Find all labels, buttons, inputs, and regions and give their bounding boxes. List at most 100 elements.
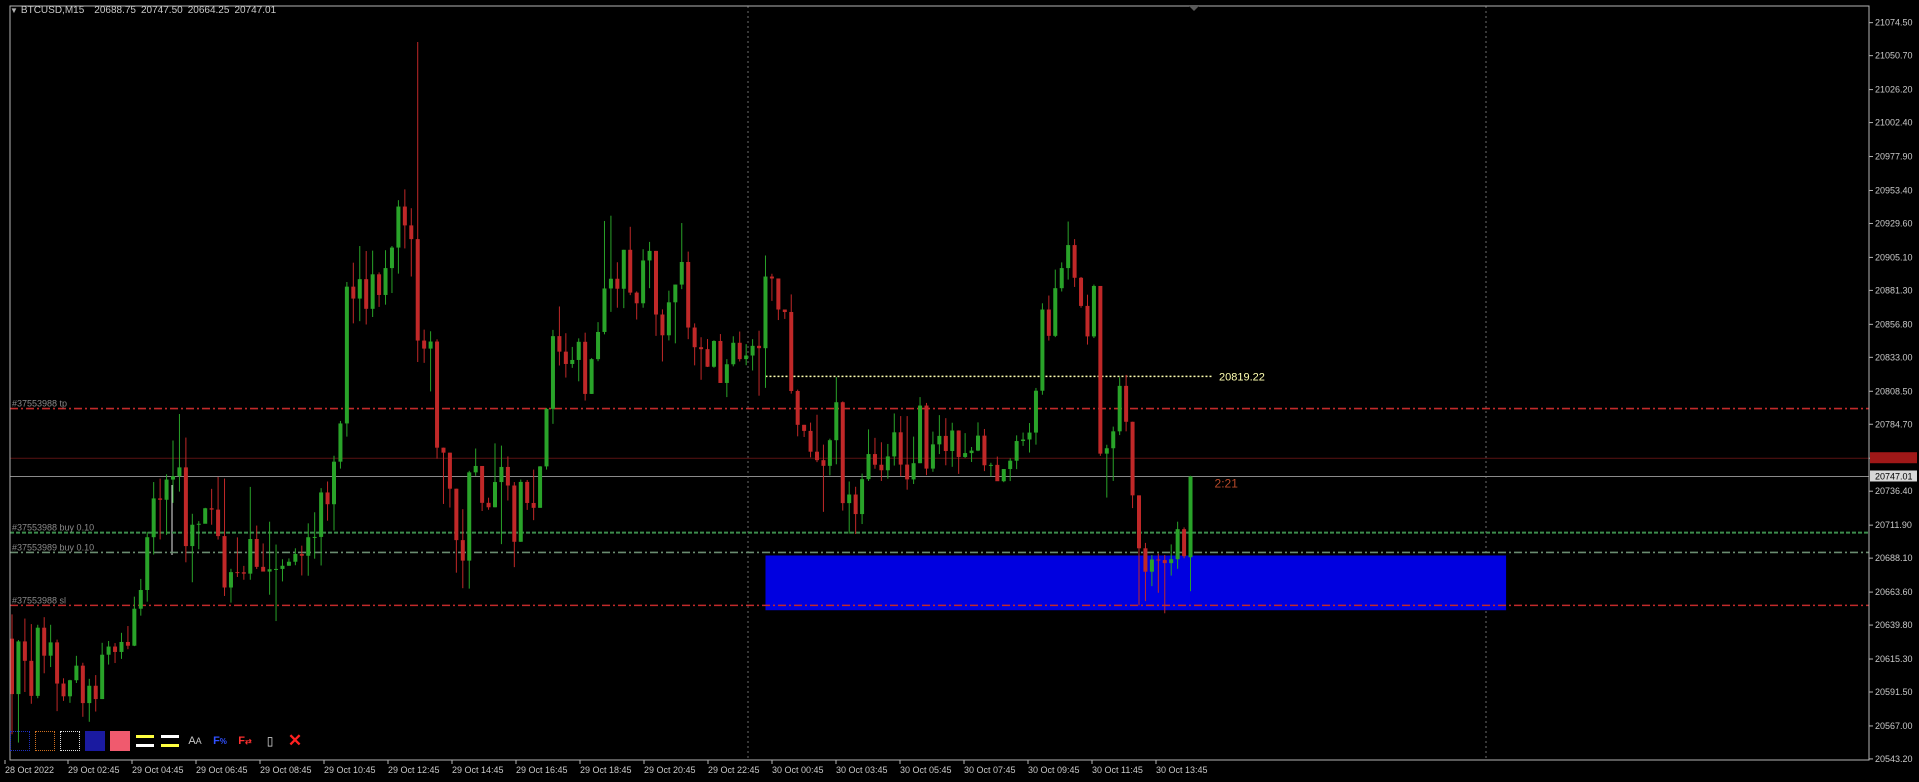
candle-body — [898, 432, 903, 465]
candle — [1079, 276, 1084, 308]
white-dotted-rectangle-icon[interactable] — [60, 731, 80, 751]
candle — [338, 420, 343, 469]
close-icon[interactable]: ✕ — [285, 731, 305, 751]
candle-body — [834, 402, 839, 441]
candle-body — [1098, 285, 1103, 454]
candle-body — [119, 641, 124, 652]
candlestick-chart[interactable]: 21074.50 21050.70 21026.20 21002.40 20977.90… — [0, 0, 1919, 782]
candle-body — [1021, 439, 1026, 442]
candle-body — [570, 359, 575, 364]
candle-body — [750, 345, 755, 356]
candle-body — [911, 463, 916, 480]
candle-body — [332, 461, 336, 505]
candle-body — [666, 302, 671, 336]
candle-body — [795, 391, 800, 425]
candle — [711, 340, 716, 368]
candle-timer: 2:21 — [1215, 476, 1239, 490]
phone-icon[interactable]: ▯ — [260, 731, 280, 751]
candle-body — [480, 465, 485, 503]
x-tick-label-8: 29 Oct 16:45 — [516, 765, 568, 775]
candle-body — [93, 685, 98, 700]
candle-body — [10, 638, 14, 695]
candle-body — [1066, 245, 1071, 269]
candle-body — [1143, 548, 1148, 572]
candle-body — [1137, 495, 1141, 549]
x-tick-label-10: 29 Oct 20:45 — [644, 765, 696, 775]
font-size-icon[interactable]: AA — [185, 731, 205, 751]
blue-fib-icon[interactable]: F% — [210, 731, 230, 751]
candle-body — [525, 481, 530, 503]
blue-filled-rectangle-icon[interactable] — [85, 731, 105, 751]
zone-layer[interactable] — [765, 555, 1507, 611]
blue-dotted-rectangle-icon[interactable] — [10, 731, 30, 751]
candle-body — [596, 331, 601, 360]
candle-body — [383, 268, 388, 295]
candle-body — [338, 423, 343, 462]
candle-body — [447, 452, 452, 489]
candle-body — [905, 464, 910, 480]
candle-body — [976, 435, 980, 451]
candle-body — [847, 494, 852, 504]
y-tick-label-2: 21026.20 — [1875, 85, 1913, 95]
candle-body — [306, 537, 311, 556]
red-fib-icon[interactable]: F⇄ — [235, 731, 255, 751]
x-tick-label-17: 30 Oct 11:45 — [1092, 765, 1143, 775]
ohlc-high: 20747.50 — [141, 5, 183, 16]
y-tick-label-21: 20567.00 — [1875, 721, 1913, 731]
candle-body — [164, 479, 169, 500]
candle-body — [80, 665, 85, 704]
candle-body — [42, 627, 47, 656]
candle-body — [1027, 432, 1032, 440]
x-tick-label-7: 29 Oct 14:45 — [452, 765, 504, 775]
candle-body — [789, 312, 794, 392]
candle-body — [280, 565, 285, 569]
blue-zone-rectangle[interactable] — [765, 555, 1507, 611]
bid-price-marker — [1870, 452, 1917, 464]
trade-level-label-3: #37553988 sl — [12, 595, 66, 605]
candle — [686, 251, 691, 340]
candle-body — [512, 485, 517, 542]
collapse-triangle-icon[interactable]: ▼ — [10, 6, 18, 15]
candle — [518, 479, 523, 542]
candle-body — [782, 309, 787, 313]
candle — [840, 401, 845, 511]
candle-body — [364, 279, 369, 309]
candle — [538, 466, 543, 508]
red-filled-rectangle-icon[interactable] — [110, 731, 130, 751]
candle — [1117, 377, 1122, 436]
candle-body — [351, 286, 356, 299]
candle-body — [67, 680, 72, 697]
candle-body — [969, 450, 974, 454]
x-tick-label-5: 29 Oct 10:45 — [324, 765, 376, 775]
candle-body — [615, 278, 620, 289]
candle-body — [1001, 469, 1006, 482]
white-yellow-lines-icon[interactable] — [160, 731, 180, 751]
candle-body — [1033, 390, 1038, 433]
candle — [1098, 285, 1103, 456]
candle-body — [641, 260, 646, 304]
x-tick-label-11: 29 Oct 22:45 — [708, 765, 760, 775]
orange-dotted-rectangle-icon[interactable] — [35, 731, 55, 751]
x-tick-label-9: 29 Oct 18:45 — [580, 765, 632, 775]
candle-body — [518, 481, 523, 542]
yellow-white-lines-icon[interactable] — [135, 731, 155, 751]
candle-body — [209, 508, 214, 510]
candle-body — [138, 590, 143, 609]
candle-body — [1162, 560, 1167, 564]
candle-body — [293, 553, 298, 562]
candle-body — [1156, 559, 1161, 561]
y-tick-label-1: 21050.70 — [1875, 51, 1913, 61]
candle-body — [621, 249, 626, 289]
chart-window[interactable]: 21074.50 21050.70 21026.20 21002.40 20977.90… — [0, 0, 1919, 782]
y-tick-label-9: 20856.80 — [1875, 319, 1913, 329]
candle-body — [731, 342, 736, 365]
candle-body — [930, 444, 935, 469]
candle-body — [35, 627, 40, 696]
candle — [1001, 469, 1006, 483]
candle-body — [776, 278, 781, 310]
candle-body — [454, 488, 459, 541]
candle-body — [460, 540, 465, 561]
candle-body — [724, 364, 729, 383]
candle-body — [319, 492, 324, 537]
x-tick-label-16: 30 Oct 09:45 — [1028, 765, 1080, 775]
